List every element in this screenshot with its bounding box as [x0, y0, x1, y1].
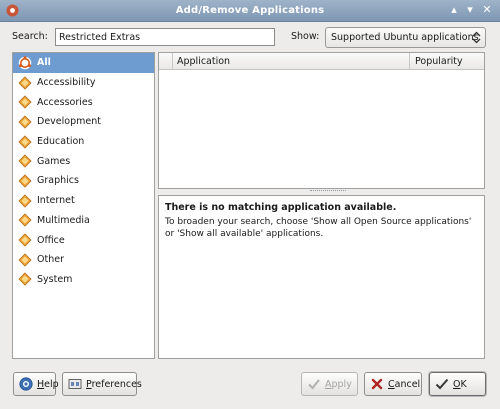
- category-label: Accessibility: [37, 77, 96, 89]
- ok-label: OK: [453, 378, 467, 390]
- cancel-x-icon: [371, 378, 383, 390]
- minimize-icon[interactable]: ▾: [463, 3, 477, 17]
- category-list[interactable]: All Accessibility Accessories Development Ed…: [12, 52, 155, 359]
- category-label: System: [37, 273, 73, 285]
- show-label: Show:: [291, 31, 320, 42]
- category-label: Education: [37, 136, 85, 148]
- category-item[interactable]: All: [13, 53, 154, 73]
- spinner-arrows-icon: [472, 31, 481, 44]
- ok-check-icon: [435, 378, 449, 390]
- search-label: Search:: [12, 31, 48, 42]
- no-match-message: To broaden your search, choose 'Show all…: [165, 217, 472, 239]
- ubuntu-logo-icon: [18, 56, 32, 70]
- category-diamond-icon: [18, 95, 32, 109]
- preferences-icon: [68, 379, 82, 389]
- category-item[interactable]: Other: [13, 250, 154, 270]
- help-label: Help: [37, 378, 59, 390]
- add-remove-applications-window: Add/Remove Applications ▴ ▾ ✕ Search: Sh…: [0, 0, 500, 409]
- ok-button[interactable]: OK: [429, 372, 486, 396]
- category-item[interactable]: Development: [13, 112, 154, 132]
- category-diamond-icon: [18, 174, 32, 188]
- no-match-title: There is no matching application availab…: [165, 202, 397, 213]
- category-diamond-icon: [18, 272, 32, 286]
- category-label: Graphics: [37, 175, 79, 187]
- title-bar[interactable]: Add/Remove Applications ▴ ▾ ✕: [0, 0, 500, 22]
- category-label: Other: [37, 254, 64, 266]
- category-item[interactable]: Accessories: [13, 92, 154, 112]
- category-label: Accessories: [37, 96, 93, 108]
- category-label: Multimedia: [37, 214, 90, 226]
- applications-list-header: Application Popularity: [159, 53, 484, 70]
- category-diamond-icon: [18, 213, 32, 227]
- category-label: Internet: [37, 195, 75, 207]
- preferences-button[interactable]: Preferences: [62, 372, 142, 396]
- category-diamond-icon: [18, 233, 32, 247]
- checkmark-icon: [308, 379, 320, 390]
- category-diamond-icon: [18, 75, 32, 90]
- category-item[interactable]: Graphics: [13, 171, 154, 191]
- category-diamond-icon: [18, 253, 32, 267]
- category-item[interactable]: Multimedia: [13, 211, 154, 231]
- category-item[interactable]: Internet: [13, 191, 154, 211]
- window-title: Add/Remove Applications: [175, 5, 325, 16]
- category-item[interactable]: Education: [13, 132, 154, 152]
- apply-button[interactable]: Apply: [301, 372, 358, 396]
- preferences-label: Preferences: [86, 378, 142, 390]
- category-label: Office: [37, 234, 65, 246]
- column-header-application[interactable]: Application: [177, 56, 230, 67]
- search-input[interactable]: [55, 28, 275, 46]
- category-label: All: [37, 57, 51, 69]
- column-header-popularity[interactable]: Popularity: [415, 56, 463, 67]
- category-diamond-icon: [18, 135, 32, 149]
- category-item[interactable]: Office: [13, 230, 154, 250]
- close-icon[interactable]: ✕: [480, 3, 494, 17]
- cancel-label: Cancel: [388, 378, 421, 390]
- category-diamond-icon: [18, 154, 32, 168]
- column-separator: [409, 53, 410, 69]
- show-filter-value: Supported Ubuntu applications: [331, 32, 479, 43]
- cancel-button[interactable]: Cancel: [364, 372, 422, 396]
- help-button[interactable]: Help: [13, 372, 59, 396]
- category-diamond-icon: [18, 115, 32, 129]
- column-header-installed[interactable]: [159, 53, 173, 69]
- category-label: Games: [37, 155, 71, 167]
- description-panel: There is no matching application availab…: [158, 195, 485, 359]
- apply-label: Apply: [325, 378, 352, 390]
- category-diamond-icon: [18, 194, 32, 208]
- show-filter-select[interactable]: Supported Ubuntu applications: [325, 27, 486, 48]
- pane-resize-handle[interactable]: [310, 190, 346, 194]
- applications-list[interactable]: Application Popularity: [158, 52, 485, 189]
- shade-up-icon[interactable]: ▴: [447, 3, 461, 17]
- category-label: Development: [37, 116, 101, 128]
- category-item[interactable]: Games: [13, 151, 154, 171]
- help-icon: [19, 377, 33, 391]
- category-item[interactable]: Accessibility: [13, 73, 154, 93]
- category-item[interactable]: System: [13, 270, 154, 290]
